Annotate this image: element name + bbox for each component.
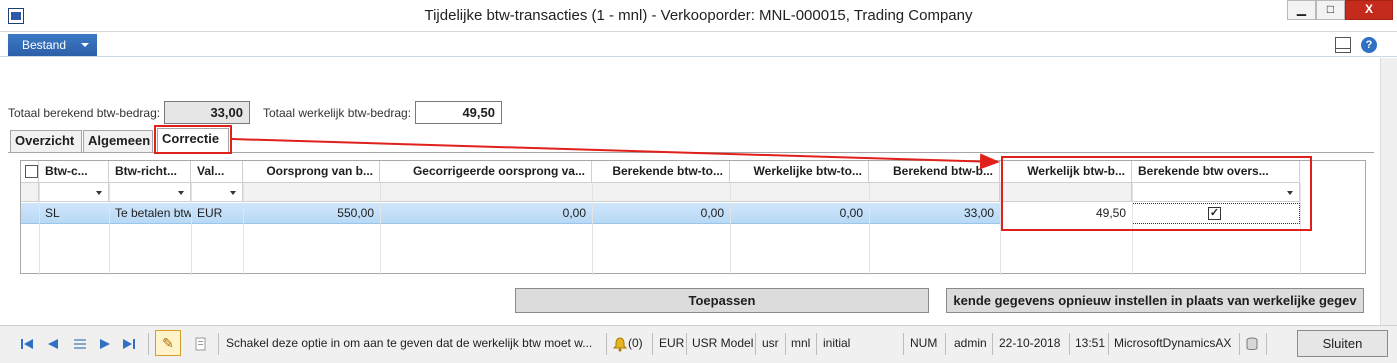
edit-mode-icon[interactable]: ✎ <box>155 330 181 356</box>
status-help-text: Schakel deze optie in om aan te geven da… <box>226 336 593 350</box>
separator <box>1239 333 1240 355</box>
total-calculated-vat-value: 33,00 <box>164 101 250 124</box>
vertical-scrollbar[interactable] <box>1380 58 1397 325</box>
select-all-checkbox[interactable] <box>25 165 38 178</box>
next-record-icon[interactable] <box>98 337 112 351</box>
database-icon <box>1246 337 1258 350</box>
column-header-vat-code[interactable]: Btw-c... <box>39 161 109 183</box>
cell-vat-direction[interactable]: Te betalen btw <box>109 203 191 224</box>
column-header-currency[interactable]: Val... <box>191 161 243 183</box>
separator <box>755 333 756 355</box>
column-header-corrected-origin[interactable]: Gecorrigeerde oorsprong va... <box>380 161 592 183</box>
separator <box>686 333 687 355</box>
cell-calculated-amount[interactable]: 33,00 <box>869 203 1000 224</box>
separator <box>218 333 219 355</box>
separator <box>945 333 946 355</box>
separator <box>148 333 149 355</box>
cell-currency[interactable]: EUR <box>191 203 243 224</box>
status-currency[interactable]: EUR <box>659 336 684 350</box>
first-record-icon[interactable] <box>20 337 34 351</box>
separator <box>1069 333 1070 355</box>
cell-corrected-origin[interactable]: 0,00 <box>380 203 592 224</box>
last-record-icon[interactable] <box>122 337 136 351</box>
bell-icon[interactable] <box>612 336 628 352</box>
status-user: admin <box>954 336 987 350</box>
tab-algemeen[interactable]: Algemeen <box>83 130 153 152</box>
apply-button[interactable]: Toepassen <box>515 288 929 313</box>
column-header-calculated-total[interactable]: Berekende btw-to... <box>592 161 730 183</box>
status-aos: MicrosoftDynamicsAX <box>1114 336 1232 350</box>
tab-overzicht[interactable]: Overzicht <box>10 130 82 152</box>
total-actual-vat-input[interactable]: 49,50 <box>415 101 502 124</box>
separator <box>903 333 904 355</box>
status-date: 22-10-2018 <box>999 336 1061 350</box>
status-partition[interactable]: initial <box>823 336 850 350</box>
window-title: Tijdelijke btw-transacties (1 - mnl) - V… <box>424 7 973 24</box>
close-form-button[interactable]: Sluiten <box>1297 330 1388 357</box>
record-list-icon[interactable] <box>73 337 87 351</box>
file-menu-button[interactable]: Bestand <box>8 34 97 56</box>
separator <box>1266 333 1267 355</box>
select-all-column[interactable] <box>21 161 39 183</box>
separator <box>816 333 817 355</box>
layout-icon[interactable] <box>1335 37 1351 53</box>
filter-cell <box>21 183 39 202</box>
column-header-calculated-amount[interactable]: Berekend btw-b... <box>869 161 1000 183</box>
column-divider <box>191 183 192 275</box>
column-header-origin[interactable]: Oorsprong van b... <box>243 161 380 183</box>
cell-vat-code[interactable]: SL <box>39 203 109 224</box>
status-model[interactable]: USR Model <box>692 336 753 350</box>
close-window-button[interactable]: X <box>1345 0 1393 20</box>
annotation-box-tab <box>154 125 232 154</box>
status-time: 13:51 <box>1075 336 1106 350</box>
separator <box>652 333 653 355</box>
column-divider <box>730 183 731 275</box>
column-divider <box>39 183 40 275</box>
attachments-icon[interactable] <box>193 337 207 351</box>
file-menu-label: Bestand <box>22 38 67 52</box>
filter-currency[interactable] <box>191 183 243 202</box>
status-company[interactable]: mnl <box>791 336 810 350</box>
separator <box>992 333 993 355</box>
minimize-button[interactable]: ▁ <box>1287 0 1316 20</box>
column-header-actual-total[interactable]: Werkelijke btw-to... <box>730 161 869 183</box>
column-divider <box>109 183 110 275</box>
filter-vat-code[interactable] <box>39 183 109 202</box>
ribbon: Bestand ? <box>0 33 1397 57</box>
separator <box>785 333 786 355</box>
column-divider <box>869 183 870 275</box>
reset-calculated-button[interactable]: kende gegevens opnieuw instellen in plaa… <box>946 288 1364 313</box>
filter-area <box>243 183 1000 202</box>
maximize-button[interactable]: □ <box>1316 0 1345 20</box>
cell-actual-total[interactable]: 0,00 <box>730 203 869 224</box>
help-icon[interactable]: ? <box>1361 37 1377 53</box>
annotation-box-columns <box>1001 156 1312 231</box>
column-divider <box>592 183 593 275</box>
column-divider <box>380 183 381 275</box>
separator <box>606 333 607 355</box>
cell-calculated-total[interactable]: 0,00 <box>592 203 730 224</box>
column-divider <box>243 183 244 275</box>
title-bar: Tijdelijke btw-transacties (1 - mnl) - V… <box>0 0 1397 32</box>
chevron-down-icon <box>81 43 89 47</box>
separator <box>1108 333 1109 355</box>
cell-origin[interactable]: 550,00 <box>243 203 380 224</box>
status-layer[interactable]: usr <box>762 336 779 350</box>
notification-count[interactable]: (0) <box>628 336 643 350</box>
total-actual-vat-label: Totaal werkelijk btw-bedrag: <box>263 106 412 120</box>
status-num-lock: NUM <box>910 336 938 350</box>
previous-record-icon[interactable] <box>46 337 60 351</box>
column-header-vat-direction[interactable]: Btw-richt... <box>109 161 191 183</box>
total-calculated-vat-label: Totaal berekend btw-bedrag: <box>8 106 161 120</box>
status-bar: ✎ Schakel deze optie in om aan te geven … <box>0 325 1397 363</box>
filter-vat-direction[interactable] <box>109 183 191 202</box>
